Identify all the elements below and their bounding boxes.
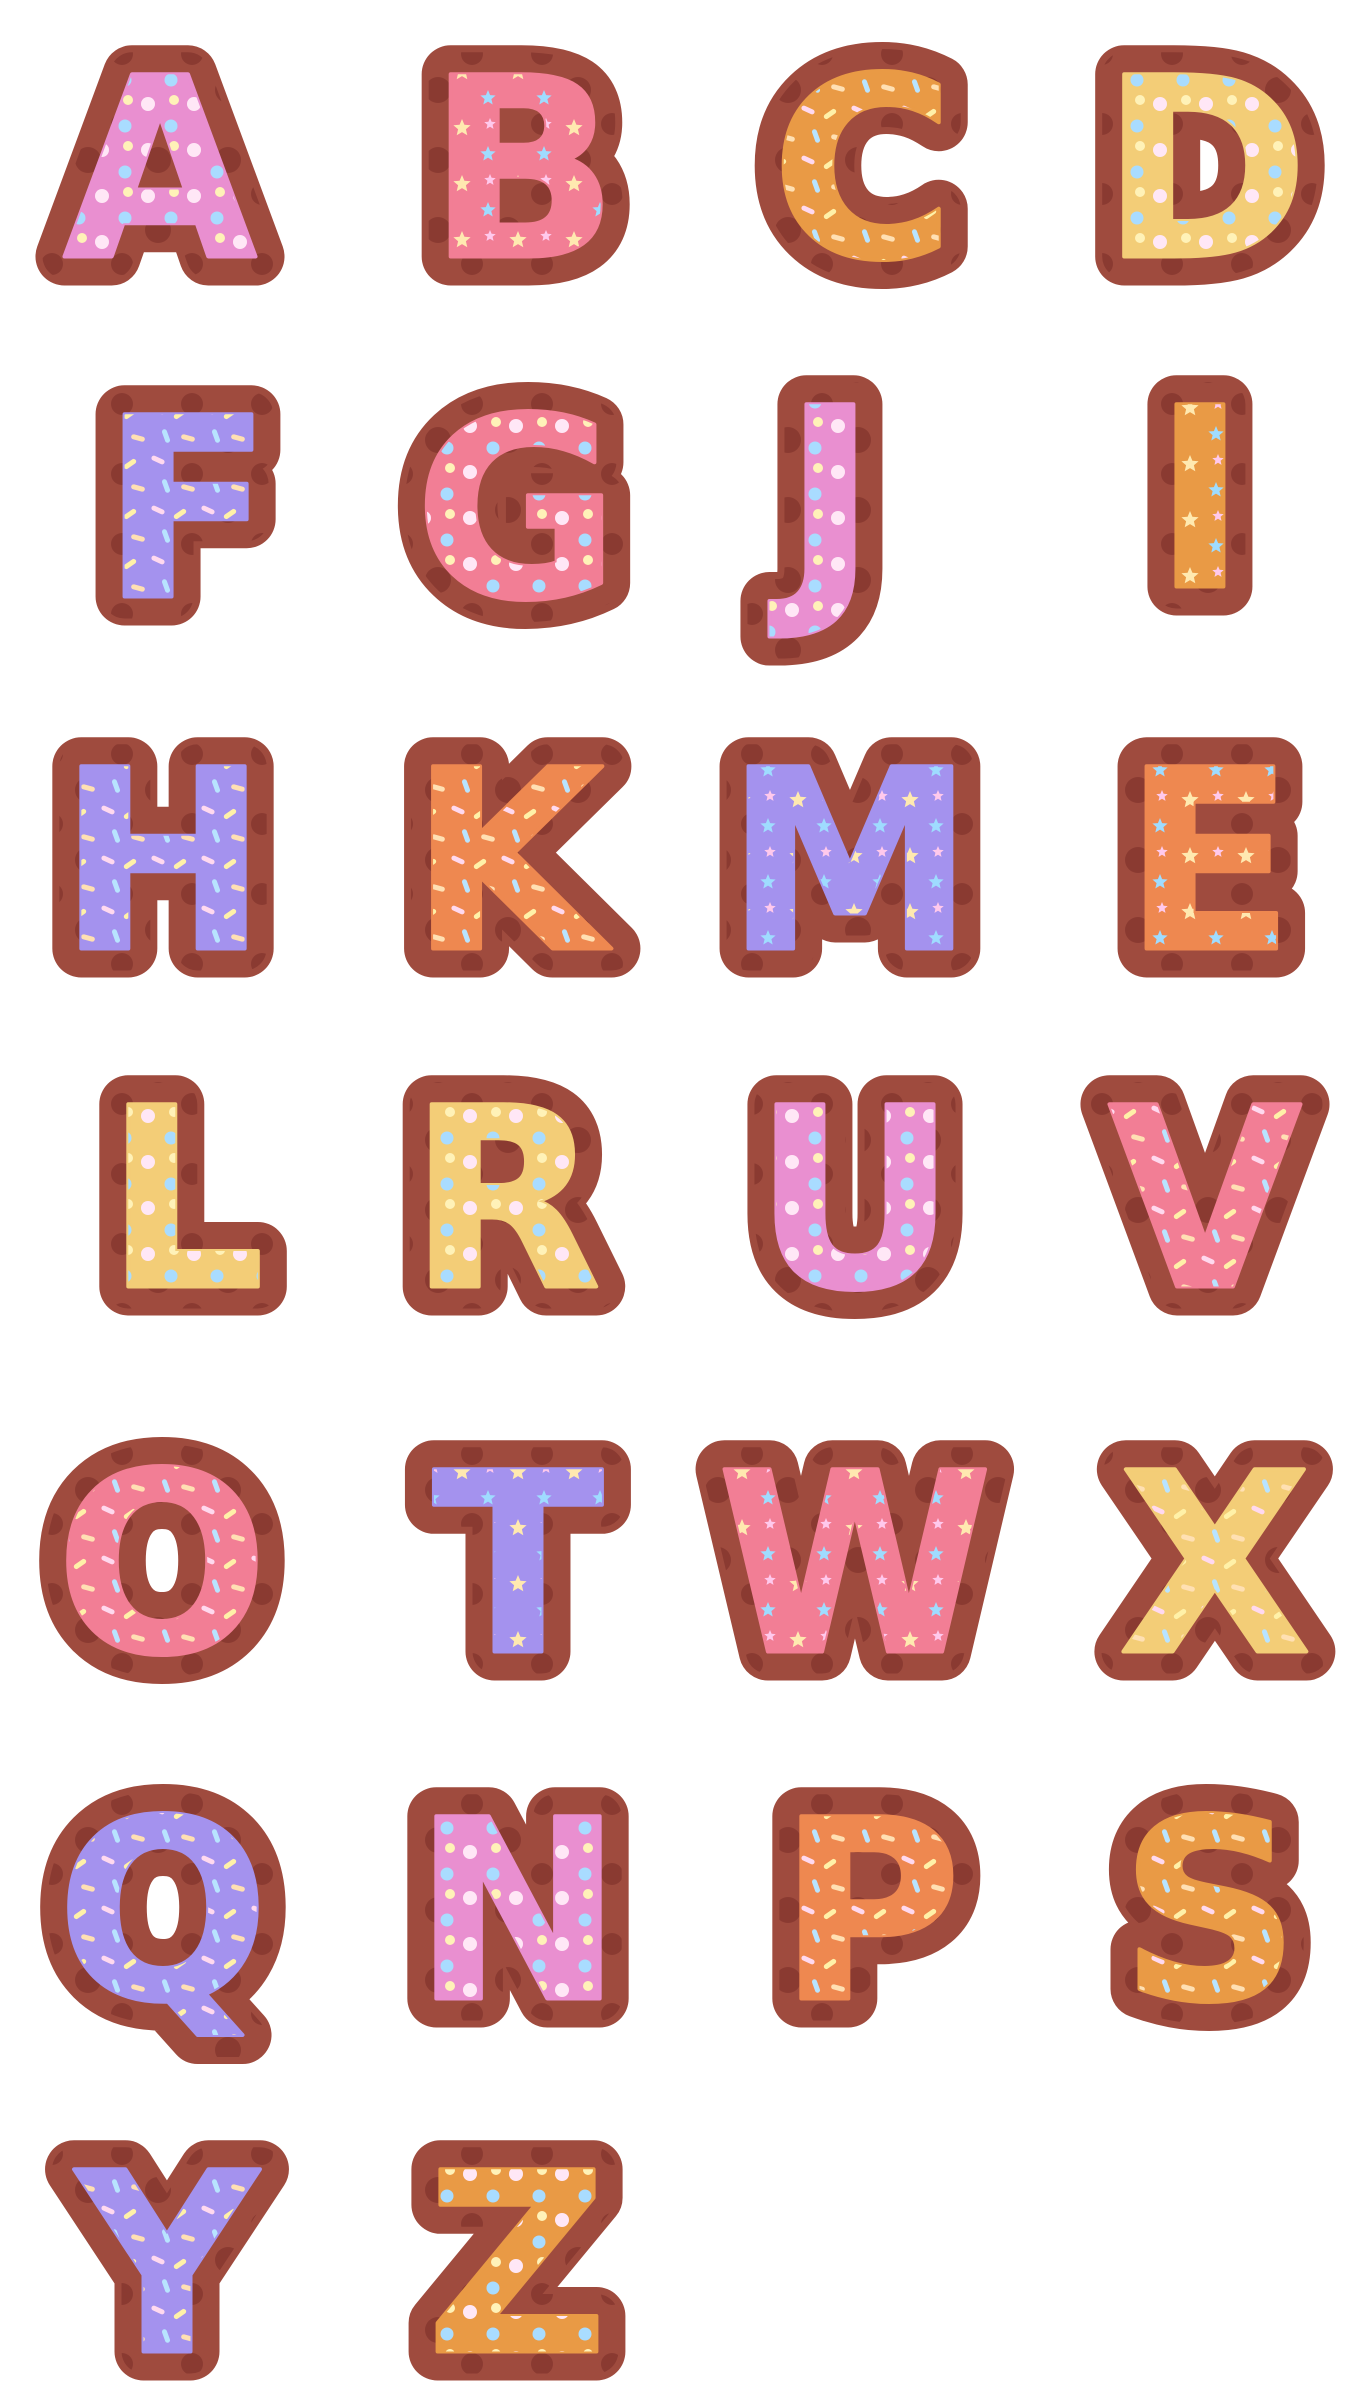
letter-z: ZZZZ bbox=[397, 2091, 636, 2381]
sprinkle-topping: C bbox=[771, 25, 954, 316]
letter-c: CCCC bbox=[742, 0, 983, 345]
dot-topping: U bbox=[753, 1055, 956, 1346]
letter-m: MMMM bbox=[697, 688, 1004, 1037]
letter-s: SSSS bbox=[1091, 1738, 1329, 2087]
sprinkle-topping: O bbox=[56, 1420, 269, 1711]
letter-k: KKKK bbox=[381, 688, 641, 1037]
dot-topping: Z bbox=[426, 2120, 607, 2381]
sprinkle-topping: H bbox=[58, 717, 267, 1008]
sprinkle-topping: V bbox=[1108, 1055, 1301, 1346]
letter-u: UUUU bbox=[724, 1026, 985, 1375]
letter-d: DDDD bbox=[1072, 0, 1338, 345]
star-topping: I bbox=[1153, 355, 1246, 646]
letter-e: EEEE bbox=[1095, 688, 1324, 1037]
letter-x: XXXX bbox=[1090, 1391, 1341, 1740]
letter-y: YYYY bbox=[44, 2091, 289, 2381]
dot-topping: G bbox=[414, 365, 619, 656]
star-topping: T bbox=[433, 1420, 604, 1711]
dot-topping: R bbox=[409, 1055, 602, 1346]
dot-topping: A bbox=[63, 25, 256, 316]
dot-topping: D bbox=[1101, 25, 1309, 316]
letter-r: RRRR bbox=[380, 1026, 631, 1375]
letter-f: FFFF bbox=[73, 336, 302, 685]
sprinkle-topping: F bbox=[102, 365, 273, 656]
letter-n: NNNN bbox=[384, 1738, 651, 2087]
letter-p: PPPP bbox=[749, 1738, 990, 2087]
letter-w: WWWW bbox=[688, 1391, 1022, 1740]
letter-a: AAAA bbox=[34, 0, 285, 345]
sprinkle-topping: Q bbox=[57, 1767, 270, 2058]
dot-topping: J bbox=[768, 355, 876, 646]
dot-topping: L bbox=[105, 1055, 264, 1346]
sprinkle-topping: Y bbox=[73, 2120, 260, 2381]
letter-i: IIII bbox=[1124, 326, 1275, 675]
letter-g: GGGG bbox=[385, 336, 648, 685]
star-topping: E bbox=[1124, 717, 1295, 1008]
star-topping: M bbox=[726, 717, 975, 1008]
star-topping: W bbox=[717, 1420, 993, 1711]
sprinkle-topping: S bbox=[1120, 1767, 1300, 2058]
letter-h: HHHH bbox=[29, 688, 296, 1037]
donut-alphabet-sheet: AAAA BBBB CCCC DDDD FFFF GGGG JJJJ IIII HHHH KKKK… bbox=[27, 0, 1341, 2381]
sprinkle-topping: P bbox=[778, 1767, 961, 2058]
letter-t: TTTT bbox=[404, 1391, 633, 1740]
letter-v: VVVV bbox=[1079, 1026, 1330, 1375]
letter-o: OOOO bbox=[27, 1391, 298, 1740]
letter-j: JJJJ bbox=[739, 326, 905, 675]
star-topping: B bbox=[428, 25, 619, 316]
letter-b: BBBB bbox=[399, 0, 648, 345]
letter-q: QQQQ bbox=[28, 1738, 299, 2087]
dot-topping: N bbox=[413, 1767, 622, 2058]
sprinkle-topping: K bbox=[410, 717, 612, 1008]
sprinkle-topping: X bbox=[1119, 1420, 1312, 1711]
letter-l: LLLL bbox=[76, 1026, 293, 1375]
